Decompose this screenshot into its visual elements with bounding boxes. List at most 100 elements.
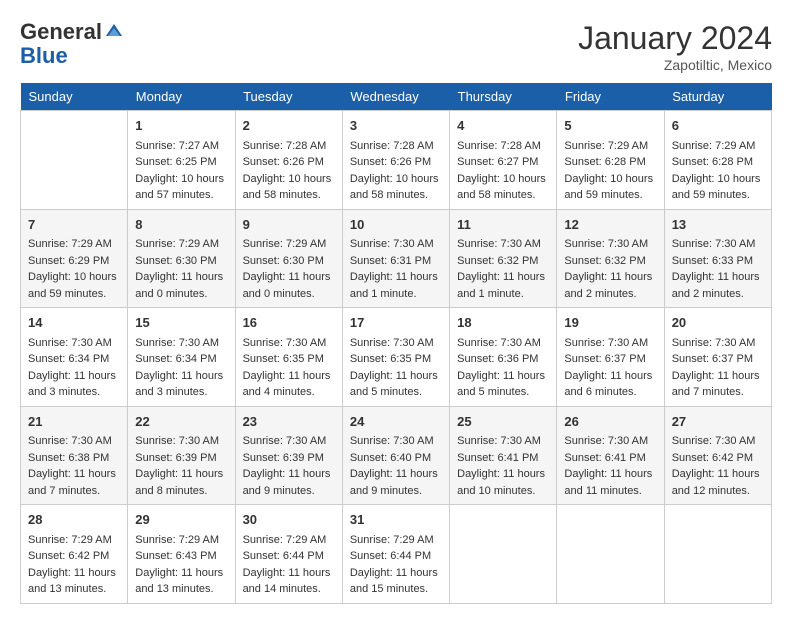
day-info: Sunrise: 7:29 AM [243,236,335,253]
day-info: Sunset: 6:41 PM [457,450,549,467]
day-info: Sunrise: 7:29 AM [135,236,227,253]
day-info: Sunrise: 7:30 AM [28,433,120,450]
day-number: 26 [564,412,656,432]
day-info: and 2 minutes. [672,286,764,303]
day-info: Sunset: 6:37 PM [672,351,764,368]
day-number: 17 [350,313,442,333]
day-info: Sunrise: 7:30 AM [243,433,335,450]
day-info: Daylight: 11 hours [457,269,549,286]
table-row: 7Sunrise: 7:29 AMSunset: 6:29 PMDaylight… [21,209,128,308]
day-info: Sunrise: 7:30 AM [350,335,442,352]
table-row [664,505,771,604]
day-number: 21 [28,412,120,432]
day-number: 4 [457,116,549,136]
calendar-header-row: Sunday Monday Tuesday Wednesday Thursday… [21,83,772,111]
day-info: Sunrise: 7:29 AM [28,236,120,253]
day-info: Sunrise: 7:30 AM [350,433,442,450]
day-info: Sunset: 6:32 PM [564,253,656,270]
day-info: Sunrise: 7:29 AM [243,532,335,549]
day-number: 24 [350,412,442,432]
logo-blue: Blue [20,43,68,68]
day-info: Sunset: 6:31 PM [350,253,442,270]
table-row: 18Sunrise: 7:30 AMSunset: 6:36 PMDayligh… [450,308,557,407]
day-info: and 59 minutes. [564,187,656,204]
day-info: and 57 minutes. [135,187,227,204]
day-info: and 9 minutes. [243,483,335,500]
day-info: Sunrise: 7:30 AM [672,433,764,450]
month-year-title: January 2024 [578,20,772,57]
day-info: Daylight: 10 hours [243,171,335,188]
day-info: Sunrise: 7:30 AM [672,236,764,253]
day-info: Sunrise: 7:28 AM [243,138,335,155]
day-info: and 13 minutes. [135,581,227,598]
table-row: 19Sunrise: 7:30 AMSunset: 6:37 PMDayligh… [557,308,664,407]
table-row: 21Sunrise: 7:30 AMSunset: 6:38 PMDayligh… [21,406,128,505]
day-number: 10 [350,215,442,235]
day-info: and 1 minute. [350,286,442,303]
day-info: Sunset: 6:28 PM [672,154,764,171]
day-number: 8 [135,215,227,235]
calendar-week-row: 7Sunrise: 7:29 AMSunset: 6:29 PMDaylight… [21,209,772,308]
day-number: 2 [243,116,335,136]
day-info: and 8 minutes. [135,483,227,500]
day-number: 13 [672,215,764,235]
day-info: Daylight: 11 hours [135,466,227,483]
day-info: Sunset: 6:43 PM [135,548,227,565]
day-info: Sunrise: 7:30 AM [564,433,656,450]
day-info: Sunset: 6:36 PM [457,351,549,368]
day-number: 3 [350,116,442,136]
day-info: Daylight: 10 hours [135,171,227,188]
header-tuesday: Tuesday [235,83,342,111]
day-info: Daylight: 11 hours [243,368,335,385]
day-info: and 5 minutes. [350,384,442,401]
day-info: Sunset: 6:29 PM [28,253,120,270]
day-info: Sunrise: 7:29 AM [28,532,120,549]
day-info: and 11 minutes. [564,483,656,500]
day-info: Daylight: 11 hours [28,565,120,582]
day-info: Daylight: 11 hours [243,269,335,286]
table-row: 11Sunrise: 7:30 AMSunset: 6:32 PMDayligh… [450,209,557,308]
calendar-week-row: 28Sunrise: 7:29 AMSunset: 6:42 PMDayligh… [21,505,772,604]
day-info: and 12 minutes. [672,483,764,500]
day-info: Daylight: 11 hours [350,466,442,483]
table-row: 4Sunrise: 7:28 AMSunset: 6:27 PMDaylight… [450,111,557,210]
day-info: Sunset: 6:30 PM [135,253,227,270]
header-saturday: Saturday [664,83,771,111]
calendar-table: Sunday Monday Tuesday Wednesday Thursday… [20,83,772,604]
day-info: Sunset: 6:37 PM [564,351,656,368]
day-info: Sunset: 6:33 PM [672,253,764,270]
day-info: Sunset: 6:26 PM [243,154,335,171]
day-info: and 14 minutes. [243,581,335,598]
table-row: 22Sunrise: 7:30 AMSunset: 6:39 PMDayligh… [128,406,235,505]
day-info: and 9 minutes. [350,483,442,500]
day-info: Daylight: 11 hours [564,466,656,483]
table-row: 29Sunrise: 7:29 AMSunset: 6:43 PMDayligh… [128,505,235,604]
day-info: Daylight: 10 hours [350,171,442,188]
day-info: Daylight: 11 hours [243,565,335,582]
day-info: Daylight: 11 hours [28,466,120,483]
day-info: and 10 minutes. [457,483,549,500]
day-info: Sunset: 6:34 PM [28,351,120,368]
day-number: 31 [350,510,442,530]
day-number: 16 [243,313,335,333]
day-info: Daylight: 11 hours [135,368,227,385]
location-subtitle: Zapotiltic, Mexico [578,57,772,73]
day-info: Sunset: 6:38 PM [28,450,120,467]
day-info: Daylight: 11 hours [672,269,764,286]
day-info: Daylight: 11 hours [672,466,764,483]
calendar-week-row: 1Sunrise: 7:27 AMSunset: 6:25 PMDaylight… [21,111,772,210]
day-info: and 59 minutes. [672,187,764,204]
day-number: 15 [135,313,227,333]
day-info: Sunset: 6:42 PM [28,548,120,565]
calendar-week-row: 14Sunrise: 7:30 AMSunset: 6:34 PMDayligh… [21,308,772,407]
table-row: 13Sunrise: 7:30 AMSunset: 6:33 PMDayligh… [664,209,771,308]
day-info: Sunrise: 7:30 AM [457,236,549,253]
day-info: Daylight: 10 hours [457,171,549,188]
day-info: Sunset: 6:41 PM [564,450,656,467]
table-row: 12Sunrise: 7:30 AMSunset: 6:32 PMDayligh… [557,209,664,308]
day-info: and 58 minutes. [350,187,442,204]
day-info: Daylight: 10 hours [28,269,120,286]
table-row: 8Sunrise: 7:29 AMSunset: 6:30 PMDaylight… [128,209,235,308]
day-number: 5 [564,116,656,136]
table-row: 17Sunrise: 7:30 AMSunset: 6:35 PMDayligh… [342,308,449,407]
